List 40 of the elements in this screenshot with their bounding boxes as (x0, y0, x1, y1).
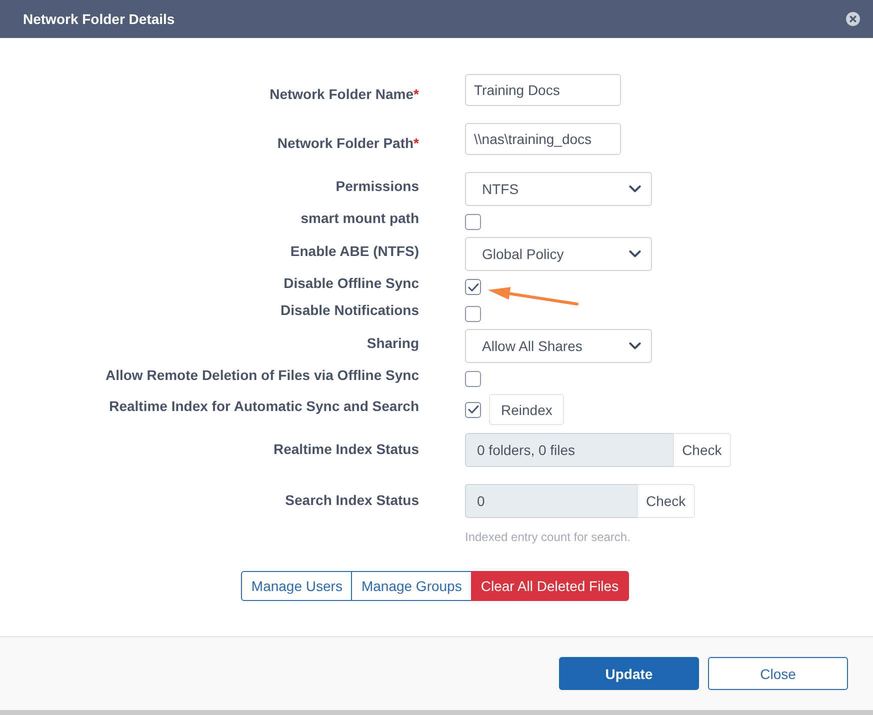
status-field: 0 (465, 484, 637, 518)
field-label: Realtime Index for Automatic Sync and Search (109, 398, 419, 415)
status-field: 0 folders, 0 files (465, 433, 674, 467)
field-label: Allow Remote Deletion of Files via Offline Sync (105, 367, 419, 384)
dropdown[interactable]: NTFS (465, 172, 652, 206)
field-label: Permissions (336, 178, 419, 195)
clear-files-button[interactable]: Clear All Deleted Files (470, 571, 629, 601)
dropdown[interactable]: Global Policy (465, 237, 652, 271)
field-label: Search Index Status (285, 492, 419, 509)
field-label: Enable ABE (NTFS) (290, 243, 419, 260)
dropdown[interactable]: Allow All Shares (465, 329, 652, 363)
check-button[interactable]: Check (637, 484, 695, 518)
update-button[interactable]: Update (559, 657, 699, 690)
dialog-title: Network Folder Details (23, 10, 175, 28)
checkbox[interactable] (465, 371, 481, 387)
manage-button[interactable]: Manage Groups (351, 571, 472, 601)
checkmark-icon (468, 282, 478, 292)
field-label: Disable Notifications (280, 302, 419, 319)
close-icon[interactable] (846, 12, 860, 26)
help-text: Indexed entry count for search. (465, 530, 630, 545)
field-label: Realtime Index Status (274, 441, 419, 458)
field-label: Network Folder Name* (270, 86, 419, 103)
manage-button[interactable]: Manage Users (241, 571, 352, 601)
chevron-down-icon (629, 250, 641, 258)
field-label: Disable Offline Sync (284, 275, 419, 292)
chevron-down-icon (629, 342, 641, 350)
checkmark-icon (468, 405, 478, 414)
check-button[interactable]: Check (673, 433, 731, 467)
chevron-down-icon (629, 185, 641, 193)
checkbox[interactable] (465, 402, 481, 418)
field-label: Network Folder Path* (277, 135, 419, 152)
checkbox[interactable] (465, 306, 481, 322)
close-button[interactable]: Close (708, 657, 848, 690)
field-label: Sharing (366, 335, 419, 352)
text-field[interactable]: Training Docs (465, 74, 621, 106)
reindex-button[interactable]: Reindex (489, 394, 564, 425)
text-field[interactable]: \\nas\training_docs (465, 123, 621, 155)
field-label: smart mount path (300, 210, 419, 227)
checkbox[interactable] (465, 279, 481, 295)
checkbox[interactable] (465, 214, 481, 230)
